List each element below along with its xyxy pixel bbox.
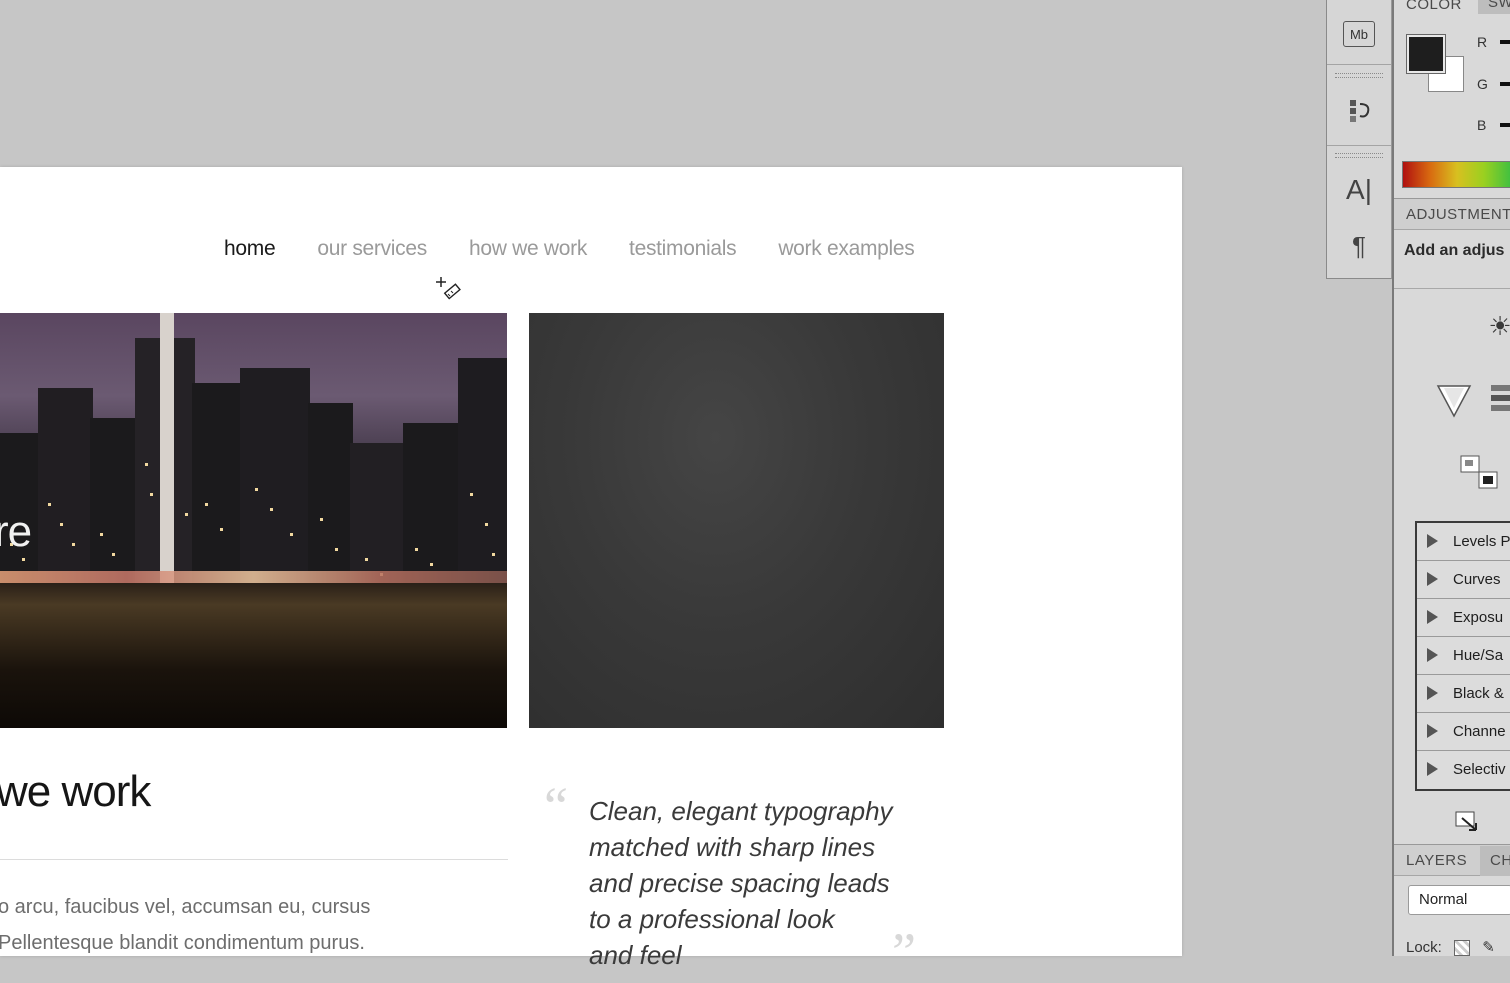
character-icon[interactable]: A| [1341,172,1377,208]
preset-item-selective-color[interactable]: Selectiv [1417,751,1510,788]
lock-transparency-icon[interactable] [1454,940,1471,957]
brightness-icon[interactable]: ☀ [1478,306,1510,346]
green-label: G [1477,76,1488,92]
expand-triangle-icon [1427,534,1438,548]
preset-item-channel-mixer[interactable]: Channe [1417,713,1510,751]
section-title: we work [0,767,151,816]
preset-item-levels[interactable]: Levels P [1417,523,1510,561]
paragraph-icon[interactable]: ¶ [1341,228,1377,264]
lock-brush-icon[interactable]: ✎ [1482,938,1495,956]
preset-item-black-white[interactable]: Black & [1417,675,1510,713]
nav-item-home[interactable]: home [224,237,276,261]
body-line: o arcu, faucibus vel, accumsan eu, cursu… [0,896,371,918]
quote-line: to a professional look [589,904,835,934]
preset-item-exposure[interactable]: Exposu [1417,599,1510,637]
color-spectrum-bar[interactable] [1402,161,1510,188]
divider [0,859,508,860]
blend-mode-select[interactable]: Normal [1408,885,1510,915]
lock-label: Lock: ✎ [1406,938,1495,957]
mb-label: Mb [1343,21,1375,47]
city-skyline-image: re [0,313,507,728]
site-nav: home our services how we work testimonia… [224,237,956,261]
adjustments-hint: Add an adjus [1404,242,1505,259]
green-slider[interactable] [1500,82,1510,86]
nav-item-our-services[interactable]: our services [317,237,427,261]
expand-triangle-icon [1427,686,1438,700]
blue-label: B [1477,117,1487,133]
dark-placeholder-panel [529,313,944,728]
hero-overlay-text: re [0,507,32,556]
quote-line: matched with sharp lines [589,832,876,862]
expand-triangle-icon [1427,648,1438,662]
quote-line: and feel [589,940,682,970]
nav-item-testimonials[interactable]: testimonials [629,237,737,261]
gradient-map-icon[interactable] [1432,380,1476,420]
quote-close-mark: ” [892,922,916,982]
blue-slider[interactable] [1500,123,1510,127]
preset-item-hue-saturation[interactable]: Hue/Sa [1417,637,1510,675]
tab-swatches[interactable]: SW [1478,0,1510,14]
nav-item-how-we-work[interactable]: how we work [469,237,587,261]
tab-adjustments[interactable]: ADJUSTMENT [1406,206,1510,223]
testimonial-quote: Clean, elegant typography matched with s… [589,793,929,973]
red-label: R [1477,34,1488,50]
tab-layers[interactable]: LAYERS [1406,852,1467,869]
quote-line: and precise spacing leads [589,868,890,898]
expand-triangle-icon [1427,610,1438,624]
quote-open-mark: “ [544,776,568,836]
preset-item-curves[interactable]: Curves [1417,561,1510,599]
nav-item-work-examples[interactable]: work examples [778,237,914,261]
mini-bridge-icon[interactable]: Mb [1341,16,1377,52]
panel-tool-strip: Mb A| ¶ [1326,0,1392,279]
expand-triangle-icon [1427,724,1438,738]
document-canvas[interactable]: home our services how we work testimonia… [0,167,1182,982]
tab-channels[interactable]: CH [1480,846,1510,876]
channel-mixer-icon[interactable] [1480,380,1510,420]
blend-mode-value: Normal [1419,891,1468,908]
tab-color[interactable]: COLOR [1406,0,1462,13]
red-slider[interactable] [1500,40,1510,44]
lock-label-text: Lock: [1406,939,1442,956]
quote-line: Clean, elegant typography [589,796,893,826]
expand-triangle-icon [1427,762,1438,776]
adjustment-presets-list: Levels P Curves Exposu Hue/Sa Black & Ch… [1415,521,1510,791]
foreground-color-swatch[interactable] [1406,34,1446,74]
ruler-cursor-icon [436,277,461,300]
selective-color-icon[interactable] [1458,452,1502,492]
expand-triangle-icon [1427,572,1438,586]
return-to-list-icon[interactable] [1446,802,1490,842]
section-body: o arcu, faucibus vel, accumsan eu, cursu… [0,889,370,961]
history-icon[interactable] [1341,93,1377,129]
